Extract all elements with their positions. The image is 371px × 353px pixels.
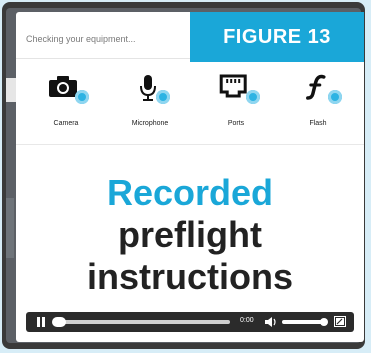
loading-spinner-icon — [328, 90, 342, 104]
time-display: 0:00 — [240, 317, 254, 324]
flash-icon — [306, 74, 326, 100]
microphone-icon — [140, 75, 156, 101]
figure-badge: FIGURE 13 — [190, 12, 364, 62]
caption-line-2: preflight — [118, 214, 262, 255]
background-fragment — [6, 78, 16, 102]
fullscreen-icon[interactable] — [334, 316, 346, 327]
loading-spinner-icon — [75, 90, 89, 104]
check-label: Microphone — [131, 120, 169, 127]
video-player-controls: 0:00 — [26, 312, 354, 332]
status-text: Checking your equipment... — [26, 34, 136, 44]
volume-icon[interactable] — [264, 316, 278, 328]
loading-spinner-icon — [246, 90, 260, 104]
volume-handle[interactable] — [320, 318, 328, 326]
overlay-caption: Recorded preflight instructions — [16, 172, 364, 298]
check-microphone: Microphone — [110, 74, 190, 127]
loading-spinner-icon — [156, 90, 170, 104]
equipment-check-list: Camera Microphone Ports Flash — [16, 74, 364, 145]
check-label: Flash — [309, 120, 327, 127]
check-camera: Camera — [26, 74, 106, 127]
volume-slider[interactable] — [282, 320, 322, 324]
caption-line-1: Recorded — [106, 172, 274, 213]
progress-handle[interactable] — [52, 317, 66, 327]
check-label: Ports — [227, 120, 245, 127]
check-label: Camera — [53, 120, 79, 127]
background-fragment — [6, 198, 14, 258]
progress-bar[interactable] — [56, 320, 230, 324]
caption-line-3: instructions — [86, 256, 293, 297]
ethernet-port-icon — [219, 74, 247, 98]
check-ports: Ports — [196, 74, 276, 127]
pause-button[interactable] — [36, 317, 46, 327]
check-flash: Flash — [278, 74, 358, 127]
camera-icon — [49, 76, 77, 97]
pause-icon — [42, 317, 45, 327]
pause-icon — [37, 317, 40, 327]
